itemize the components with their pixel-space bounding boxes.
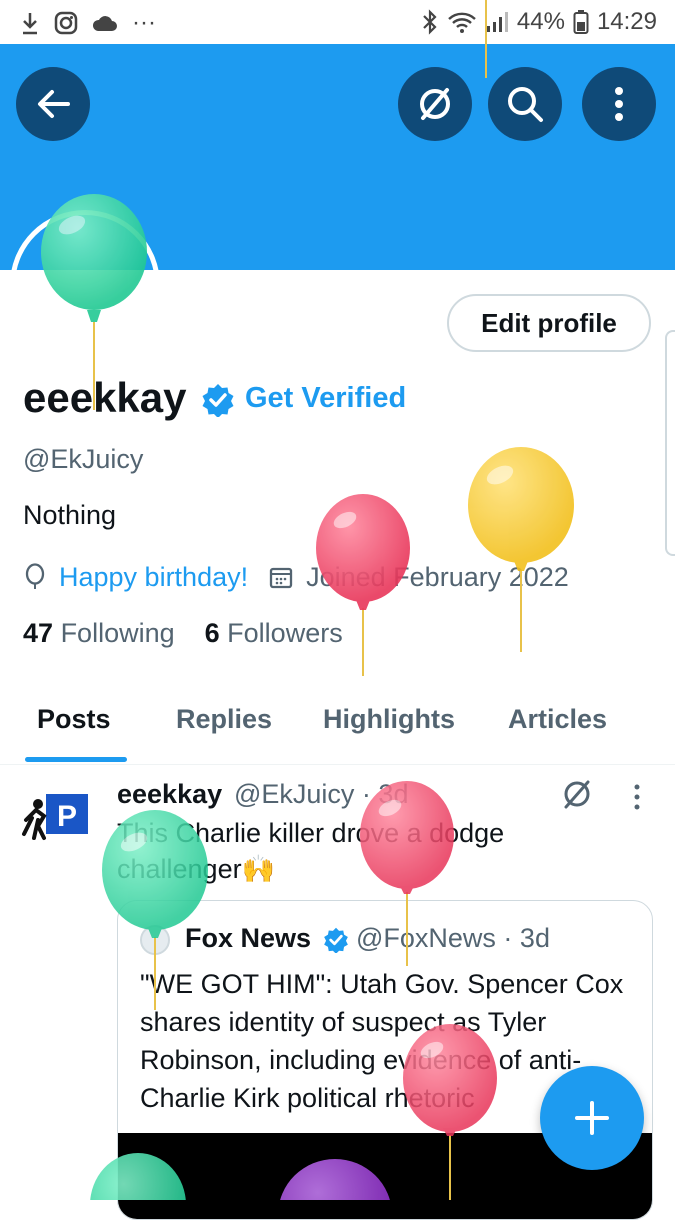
compose-button[interactable]	[540, 1066, 644, 1170]
profile-bio: Nothing	[23, 500, 117, 530]
search-icon	[508, 87, 543, 122]
post-author-name[interactable]: eeekkay	[117, 779, 222, 810]
tab-highlights[interactable]: Highlights	[323, 704, 455, 735]
get-verified-link[interactable]: Get Verified	[245, 382, 406, 415]
instagram-icon	[54, 11, 78, 35]
back-button[interactable]	[16, 67, 90, 141]
quote-author-handle: @FoxNews · 3d	[356, 923, 550, 953]
grok-button[interactable]	[398, 67, 472, 141]
post-author-handle: @EkJuicy · 3d	[234, 779, 409, 809]
bluetooth-icon	[423, 9, 437, 35]
cloud-icon	[92, 16, 117, 31]
joined-date: Joined February 2022	[306, 561, 569, 592]
profile-meta: Happy birthday! Joined February 2022	[23, 560, 569, 594]
compose-plus-icon	[575, 1101, 609, 1135]
download-icon	[23, 13, 37, 35]
quote-author-name: Fox News	[185, 923, 312, 953]
balloon-location-icon	[25, 563, 45, 589]
post-text: This Charlie killer drove a dodge challe…	[117, 818, 505, 884]
wifi-icon	[448, 12, 476, 33]
grok-icon[interactable]	[560, 777, 594, 811]
birthday-link[interactable]: Happy birthday!	[59, 562, 248, 593]
quoted-post-card[interactable]: Fox News @FoxNews · 3d "WE GOT HIM": Uta…	[117, 900, 653, 1220]
profile-name: eeekkay	[23, 374, 187, 421]
side-scroll-handle[interactable]	[665, 330, 675, 556]
verified-badge-icon	[324, 927, 348, 953]
edit-profile-button[interactable]: Edit profile	[447, 294, 651, 352]
tab-articles[interactable]: Articles	[508, 704, 607, 735]
post-avatar[interactable]: P	[20, 790, 92, 842]
vertical-more-icon	[615, 87, 623, 121]
active-tab-indicator	[25, 757, 127, 762]
back-arrow-icon	[38, 90, 70, 118]
yellow-balloon	[468, 447, 574, 571]
profile-handle: @EkJuicy	[23, 444, 144, 474]
following-link[interactable]: 47 Following	[23, 618, 175, 649]
followers-link[interactable]: 6 Followers	[205, 618, 343, 649]
tab-replies[interactable]: Replies	[176, 704, 272, 735]
calendar-icon	[269, 567, 293, 589]
tab-posts[interactable]: Posts	[37, 704, 111, 735]
quote-avatar	[140, 925, 170, 955]
more-options-button[interactable]	[582, 67, 656, 141]
profile-tabs: Posts Replies Highlights Articles	[0, 690, 675, 765]
grok-icon	[420, 88, 450, 120]
verified-badge-icon	[202, 384, 234, 417]
profile-stats: 47 Following 6 Followers	[23, 618, 343, 649]
more-dots-icon: ···	[132, 9, 156, 36]
signal-icon	[486, 12, 508, 32]
status-bar: ··· 44% 14:29	[0, 0, 675, 44]
clock: 14:29	[596, 8, 657, 35]
post-more-icon[interactable]	[630, 782, 644, 812]
battery-icon	[573, 10, 589, 34]
search-button[interactable]	[488, 67, 562, 141]
svg-text:P: P	[57, 800, 77, 833]
battery-percent: 44%	[516, 8, 565, 35]
